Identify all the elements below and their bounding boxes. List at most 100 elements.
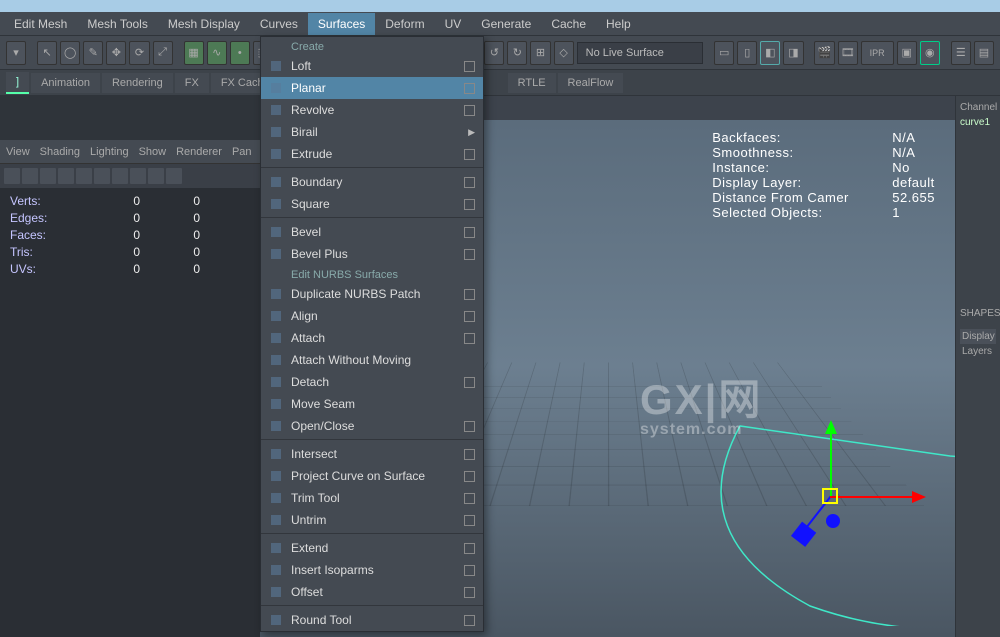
menu-item-birail[interactable]: Birail▶	[261, 121, 483, 143]
shelf-tab-rendering[interactable]: Rendering	[102, 73, 173, 93]
tool-ipr-icon[interactable]: IPR	[861, 41, 894, 65]
menu-item-loft[interactable]: Loft	[261, 55, 483, 77]
option-box-icon[interactable]	[464, 227, 475, 238]
menu-item-offset[interactable]: Offset	[261, 581, 483, 603]
menu-item-trim-tool[interactable]: Trim Tool	[261, 487, 483, 509]
tool-snap-curve-icon[interactable]: ∿	[207, 41, 227, 65]
menu-item-detach[interactable]: Detach	[261, 371, 483, 393]
shelf-tab-realflow[interactable]: RealFlow	[558, 73, 624, 93]
tool-layout2-icon[interactable]: ▯	[737, 41, 757, 65]
panel-panels[interactable]: Pan	[232, 146, 252, 158]
shelf-tab-animation[interactable]: Animation	[31, 73, 100, 93]
tool-paint-icon[interactable]: ✎	[83, 41, 103, 65]
axis-x-icon[interactable]	[830, 496, 920, 498]
menu-uv[interactable]: UV	[435, 13, 472, 35]
menu-item-revolve[interactable]: Revolve	[261, 99, 483, 121]
menu-mesh-display[interactable]: Mesh Display	[158, 13, 250, 35]
tool-lasso-icon[interactable]: ◯	[60, 41, 80, 65]
tool-render-view-icon[interactable]: ◉	[920, 41, 940, 65]
option-box-icon[interactable]	[464, 249, 475, 260]
menu-item-bevel[interactable]: Bevel	[261, 221, 483, 243]
selected-object-name[interactable]: curve1	[960, 117, 996, 128]
tool-scale-icon[interactable]: ⤢	[153, 41, 173, 65]
option-box-icon[interactable]	[464, 105, 475, 116]
menu-item-attach[interactable]: Attach	[261, 327, 483, 349]
tool-pointer-icon[interactable]: ↖	[37, 41, 57, 65]
menu-item-align[interactable]: Align	[261, 305, 483, 327]
tool-history2-icon[interactable]: ↻	[507, 41, 527, 65]
menu-item-move-seam[interactable]: Move Seam	[261, 393, 483, 415]
panel-shading[interactable]: Shading	[40, 146, 80, 158]
tool-live-icon[interactable]: ◇	[554, 41, 574, 65]
shelf-tab-fx[interactable]: FX	[175, 73, 209, 93]
tool-snap-point-icon[interactable]: •	[230, 41, 250, 65]
panel-show[interactable]: Show	[139, 146, 167, 158]
display-tab[interactable]: Display	[960, 329, 996, 344]
axis-y-icon[interactable]	[830, 426, 832, 496]
option-box-icon[interactable]	[464, 199, 475, 210]
tool-rotate-icon[interactable]: ⟳	[129, 41, 149, 65]
panel-mini-icon[interactable]	[76, 168, 92, 184]
menu-item-project-curve-on-surface[interactable]: Project Curve on Surface	[261, 465, 483, 487]
panel-mini-icon[interactable]	[4, 168, 20, 184]
free-move-icon[interactable]	[826, 514, 840, 528]
panel-mini-icon[interactable]	[40, 168, 56, 184]
pivot-handle-icon[interactable]	[822, 488, 838, 504]
tool-render2-icon[interactable]: 🎞	[838, 41, 858, 65]
panel-mini-icon[interactable]	[22, 168, 38, 184]
panel-mini-icon[interactable]	[94, 168, 110, 184]
menu-item-intersect[interactable]: Intersect	[261, 443, 483, 465]
panel-mini-icon[interactable]	[148, 168, 164, 184]
option-box-icon[interactable]	[464, 177, 475, 188]
panel-lighting[interactable]: Lighting	[90, 146, 129, 158]
menu-item-bevel-plus[interactable]: Bevel Plus	[261, 243, 483, 265]
tool-layout3-icon[interactable]: ◧	[760, 41, 780, 65]
menu-item-attach-without-moving[interactable]: Attach Without Moving	[261, 349, 483, 371]
option-box-icon[interactable]	[464, 615, 475, 626]
option-box-icon[interactable]	[464, 83, 475, 94]
option-box-icon[interactable]	[464, 421, 475, 432]
menu-item-round-tool[interactable]: Round Tool	[261, 609, 483, 631]
menu-item-insert-isoparms[interactable]: Insert Isoparms	[261, 559, 483, 581]
option-box-icon[interactable]	[464, 515, 475, 526]
layers-tab[interactable]: Layers	[960, 344, 996, 359]
panel-mini-icon[interactable]	[130, 168, 146, 184]
tool-render3-icon[interactable]: ▣	[897, 41, 917, 65]
tool-render-icon[interactable]: 🎬	[814, 41, 834, 65]
option-box-icon[interactable]	[464, 289, 475, 300]
menu-item-extend[interactable]: Extend	[261, 537, 483, 559]
panel-mini-icon[interactable]	[166, 168, 182, 184]
menu-help[interactable]: Help	[596, 13, 641, 35]
tool-select-icon[interactable]: ▾	[6, 41, 26, 65]
option-box-icon[interactable]	[464, 587, 475, 598]
option-box-icon[interactable]	[464, 493, 475, 504]
menu-item-extrude[interactable]: Extrude	[261, 143, 483, 165]
option-box-icon[interactable]	[464, 333, 475, 344]
tool-history-icon[interactable]: ↺	[484, 41, 504, 65]
menu-item-duplicate-nurbs-patch[interactable]: Duplicate NURBS Patch	[261, 283, 483, 305]
panel-view[interactable]: View	[6, 146, 30, 158]
option-box-icon[interactable]	[464, 565, 475, 576]
tool-layout4-icon[interactable]: ◨	[783, 41, 803, 65]
menu-item-square[interactable]: Square	[261, 193, 483, 215]
option-box-icon[interactable]	[464, 449, 475, 460]
menu-deform[interactable]: Deform	[375, 13, 434, 35]
option-box-icon[interactable]	[464, 61, 475, 72]
option-box-icon[interactable]	[464, 543, 475, 554]
tool-panel2-icon[interactable]: ▤	[974, 41, 994, 65]
option-box-icon[interactable]	[464, 377, 475, 388]
menu-curves[interactable]: Curves	[250, 13, 308, 35]
option-box-icon[interactable]	[464, 471, 475, 482]
menu-generate[interactable]: Generate	[471, 13, 541, 35]
panel-renderer[interactable]: Renderer	[176, 146, 222, 158]
menu-surfaces[interactable]: Surfaces	[308, 13, 375, 35]
menu-item-planar[interactable]: Planar	[261, 77, 483, 99]
menu-item-untrim[interactable]: Untrim	[261, 509, 483, 531]
tool-construction-icon[interactable]: ⊞	[530, 41, 550, 65]
option-box-icon[interactable]	[464, 311, 475, 322]
menu-mesh-tools[interactable]: Mesh Tools	[77, 13, 157, 35]
tool-layout1-icon[interactable]: ▭	[714, 41, 734, 65]
option-box-icon[interactable]	[464, 149, 475, 160]
panel-mini-icon[interactable]	[112, 168, 128, 184]
tool-move-icon[interactable]: ✥	[106, 41, 126, 65]
